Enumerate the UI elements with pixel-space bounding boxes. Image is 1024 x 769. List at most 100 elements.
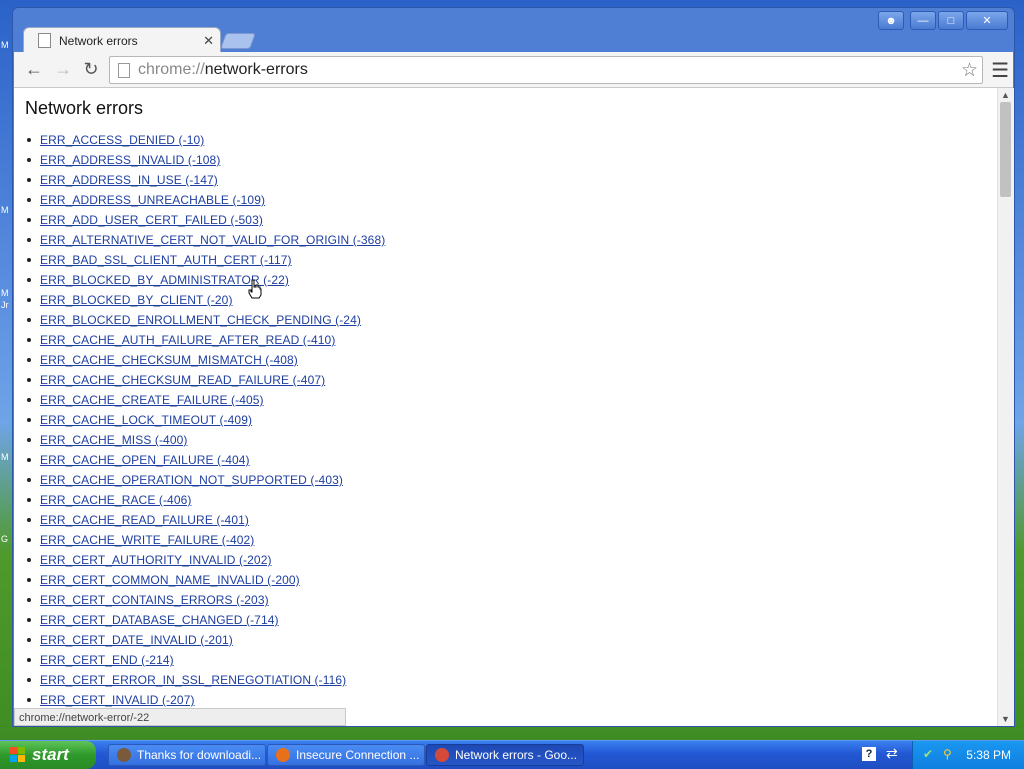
desktop-icon-label: Jr [1,300,9,310]
forward-button[interactable]: → [52,58,74,80]
error-link[interactable]: ERR_BLOCKED_BY_CLIENT (-20) [40,293,233,307]
error-link[interactable]: ERR_BAD_SSL_CLIENT_AUTH_CERT (-117) [40,253,292,267]
taskbar-button[interactable]: Network errors - Goo... [426,744,584,766]
list-item: ERR_CACHE_LOCK_TIMEOUT (-409) [26,410,385,430]
error-list: ERR_ACCESS_DENIED (-10) ERR_ADDRESS_INVAL… [14,130,385,710]
error-link[interactable]: ERR_CACHE_READ_FAILURE (-401) [40,513,249,527]
arrow-left-icon: ← [25,58,43,79]
start-label: start [32,745,69,764]
error-link[interactable]: ERR_ADD_USER_CERT_FAILED (-503) [40,213,263,227]
user-icon: ☻ [885,14,897,27]
error-link[interactable]: ERR_CERT_ERROR_IN_SSL_RENEGOTIATION (-11… [40,673,346,687]
app-icon [435,748,449,762]
new-tab-button[interactable] [220,33,256,49]
bookmark-star-icon[interactable]: ☆ [961,59,978,82]
tab-network-errors[interactable]: Network errors ✕ [23,27,221,53]
list-item: ERR_CERT_ERROR_IN_SSL_RENEGOTIATION (-11… [26,670,385,690]
clock: 5:38 PM [966,748,1011,762]
error-link[interactable]: ERR_CERT_DATE_INVALID (-201) [40,633,233,647]
arrow-right-icon: → [54,58,72,79]
scroll-up-arrow-icon[interactable]: ▲ [1001,90,1010,100]
list-item: ERR_CACHE_CHECKSUM_READ_FAILURE (-407) [26,370,385,390]
error-link[interactable]: ERR_CERT_AUTHORITY_INVALID (-202) [40,553,272,567]
error-link[interactable]: ERR_ADDRESS_IN_USE (-147) [40,173,218,187]
tab-close-icon[interactable]: ✕ [203,33,214,49]
start-button[interactable]: start [0,741,96,769]
error-link[interactable]: ERR_CACHE_MISS (-400) [40,433,187,447]
close-icon: ✕ [982,15,992,27]
browser-window: ☻ — □ ✕ Network errors ✕ ← → ↻ chrome://… [12,7,1015,727]
network-icon[interactable]: ⇄ [886,745,898,762]
list-item: ERR_CERT_DATABASE_CHANGED (-714) [26,610,385,630]
search-icon[interactable]: ⚲ [943,747,957,761]
back-button[interactable]: ← [23,58,45,80]
url-scheme: chrome:// [138,61,205,78]
list-item: ERR_CACHE_OPEN_FAILURE (-404) [26,450,385,470]
error-link[interactable]: ERR_CERT_CONTAINS_ERRORS (-203) [40,593,269,607]
taskbar-button-label: Insecure Connection ... [296,748,420,762]
list-item: ERR_CACHE_AUTH_FAILURE_AFTER_READ (-410) [26,330,385,350]
taskbar-button[interactable]: Insecure Connection ... [267,744,425,766]
list-item: ERR_BLOCKED_BY_CLIENT (-20) [26,290,385,310]
scrollbar-thumb[interactable] [1000,102,1011,197]
list-item: ERR_CACHE_CREATE_FAILURE (-405) [26,390,385,410]
taskbar-button-label: Thanks for downloadi... [137,748,262,762]
system-tray: ✔ ⚲ 5:38 PM [912,741,1024,769]
error-link[interactable]: ERR_CERT_END (-214) [40,653,174,667]
error-link[interactable]: ERR_ADDRESS_INVALID (-108) [40,153,220,167]
error-link[interactable]: ERR_ACCESS_DENIED (-10) [40,133,204,147]
list-item: ERR_CACHE_RACE (-406) [26,490,385,510]
error-link[interactable]: ERR_CACHE_CHECKSUM_MISMATCH (-408) [40,353,298,367]
error-link[interactable]: ERR_CACHE_LOCK_TIMEOUT (-409) [40,413,252,427]
error-link[interactable]: ERR_CERT_COMMON_NAME_INVALID (-200) [40,573,300,587]
error-link[interactable]: ERR_CACHE_CREATE_FAILURE (-405) [40,393,264,407]
list-item: ERR_CERT_AUTHORITY_INVALID (-202) [26,550,385,570]
error-link[interactable]: ERR_ALTERNATIVE_CERT_NOT_VALID_FOR_ORIGI… [40,233,385,247]
error-link[interactable]: ERR_CERT_DATABASE_CHANGED (-714) [40,613,279,627]
taskbar-button-label: Network errors - Goo... [455,748,578,762]
list-item: ERR_BAD_SSL_CLIENT_AUTH_CERT (-117) [26,250,385,270]
chrome-menu-button[interactable]: ☰ [991,58,1009,83]
status-bubble: chrome://network-error/-22 [14,708,346,726]
error-link[interactable]: ERR_ADDRESS_UNREACHABLE (-109) [40,193,265,207]
error-link[interactable]: ERR_CACHE_OPERATION_NOT_SUPPORTED (-403) [40,473,343,487]
page-title: Network errors [25,98,144,118]
list-item: ERR_ADDRESS_IN_USE (-147) [26,170,385,190]
desktop-icon-label: M [1,452,9,462]
list-item: ERR_CACHE_OPERATION_NOT_SUPPORTED (-403) [26,470,385,490]
page-content: Network errors ERR_ACCESS_DENIED (-10) ER… [14,88,997,726]
minimize-icon: — [917,14,929,27]
vertical-scrollbar[interactable]: ▲ ▼ [997,88,1014,726]
error-link[interactable]: ERR_CACHE_RACE (-406) [40,493,191,507]
tab-strip: Network errors ✕ [23,27,1014,53]
taskbar: start Thanks for downloadi... Insecure Co… [0,740,1024,769]
error-link[interactable]: ERR_CACHE_OPEN_FAILURE (-404) [40,453,250,467]
list-item: ERR_CERT_CONTAINS_ERRORS (-203) [26,590,385,610]
list-item: ERR_CACHE_READ_FAILURE (-401) [26,510,385,530]
desktop-edge: M M M Jr M G [0,0,12,740]
error-link[interactable]: ERR_CACHE_WRITE_FAILURE (-402) [40,533,254,547]
list-item: ERR_CERT_END (-214) [26,650,385,670]
desktop-icon-label: M [1,205,9,215]
page-icon [118,62,130,78]
error-link[interactable]: ERR_BLOCKED_ENROLLMENT_CHECK_PENDING (-2… [40,313,361,327]
help-icon[interactable]: ? [862,747,876,761]
scroll-down-arrow-icon[interactable]: ▼ [1001,714,1010,724]
list-item: ERR_ADDRESS_UNREACHABLE (-109) [26,190,385,210]
error-link[interactable]: ERR_CACHE_CHECKSUM_READ_FAILURE (-407) [40,373,325,387]
windows-flag-icon [10,747,26,763]
url-path: network-errors [204,61,308,78]
list-item: ERR_CACHE_CHECKSUM_MISMATCH (-408) [26,350,385,370]
app-icon [117,748,131,762]
reload-icon: ↻ [83,58,99,79]
error-link[interactable]: ERR_CACHE_AUTH_FAILURE_AFTER_READ (-410) [40,333,335,347]
taskbar-button[interactable]: Thanks for downloadi... [108,744,266,766]
desktop-icon-label: G [1,534,9,544]
tab-title: Network errors [59,33,138,48]
security-shield-icon[interactable]: ✔ [923,747,937,761]
list-item: ERR_CERT_COMMON_NAME_INVALID (-200) [26,570,385,590]
error-link[interactable]: ERR_CERT_INVALID (-207) [40,693,195,707]
reload-button[interactable]: ↻ [80,58,102,80]
desktop-icon-label: M [1,288,9,298]
address-bar[interactable]: chrome://network-errors ☆ [109,56,983,84]
